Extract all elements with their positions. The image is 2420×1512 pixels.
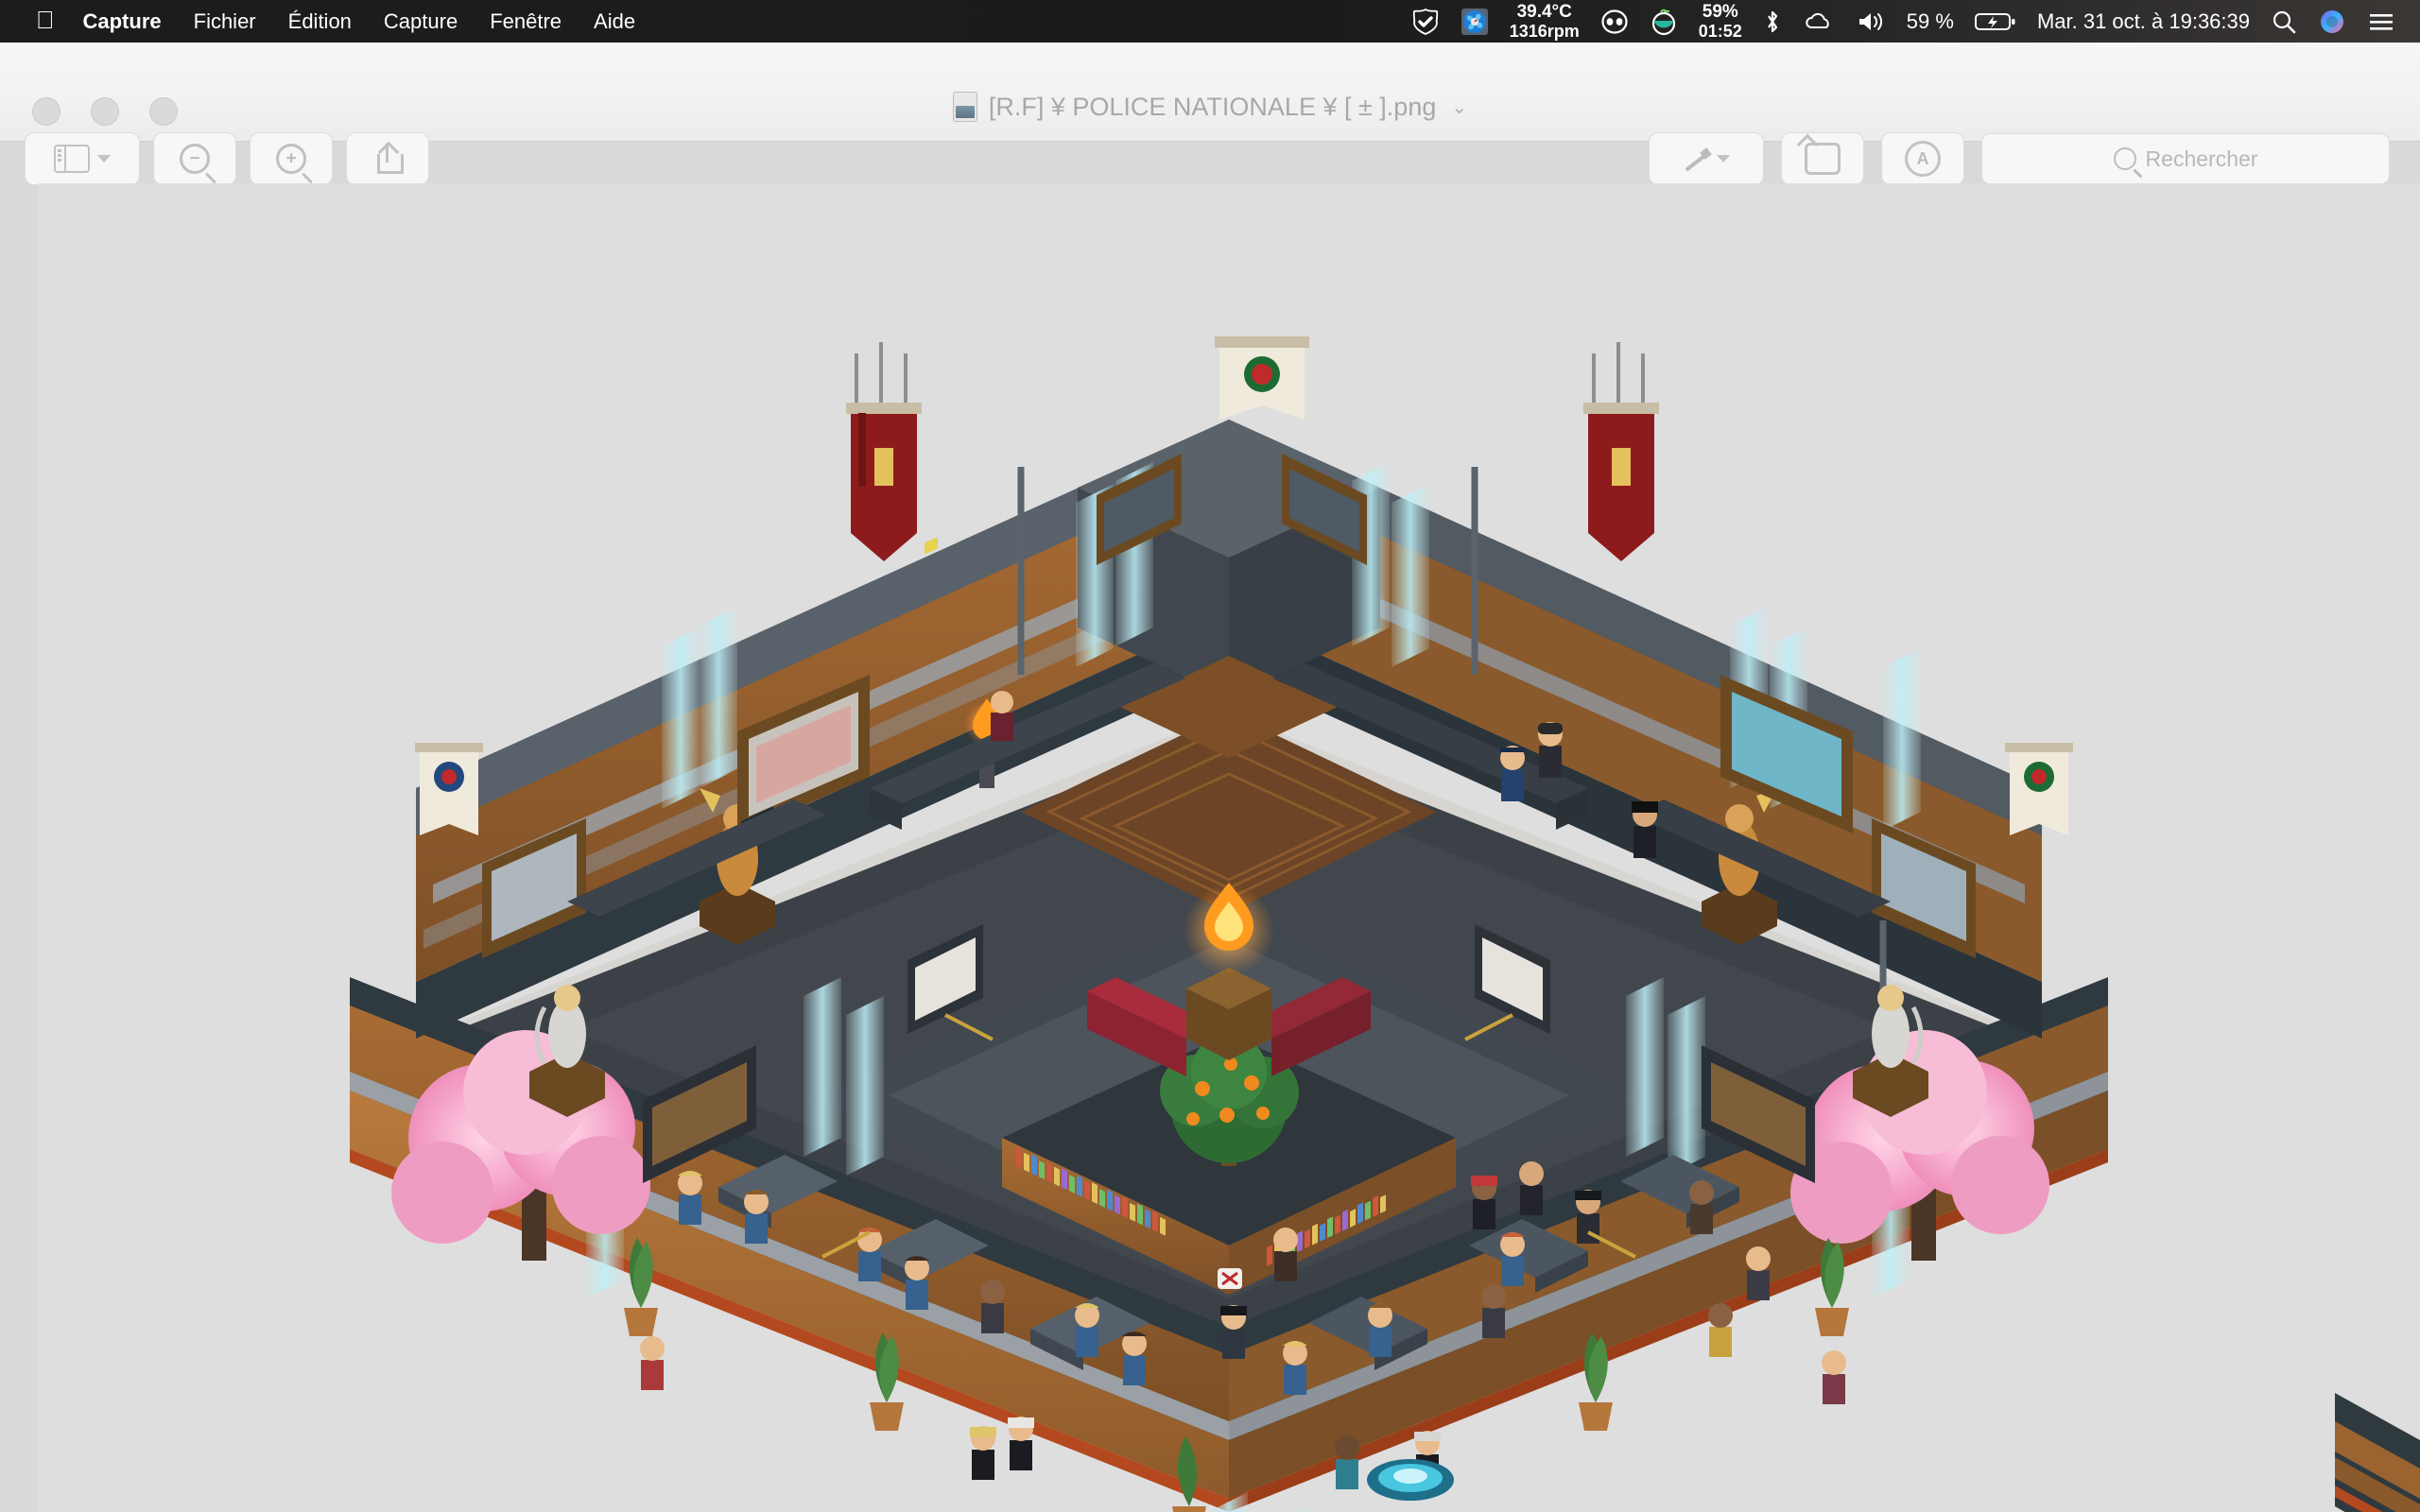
alien-face-icon[interactable]	[1600, 8, 1629, 36]
zoom-out-glyph: −	[189, 148, 200, 169]
siri-icon[interactable]	[2318, 8, 2346, 36]
speaker-volume-icon[interactable]	[1856, 8, 1886, 36]
toolbar-right-group: A Rechercher	[1649, 132, 2390, 185]
zoom-in-glyph: +	[285, 148, 297, 169]
menu-item-edition[interactable]: Édition	[288, 9, 352, 34]
menu-item-capture[interactable]: Capture	[384, 9, 458, 34]
png-document-icon	[952, 92, 977, 122]
chevron-down-icon	[1717, 155, 1730, 163]
battery-charging-icon[interactable]	[1974, 8, 2016, 36]
magnifier-plus-icon: +	[276, 144, 306, 174]
control-center-icon[interactable]	[2367, 8, 2395, 36]
menu-bar-clock[interactable]: Mar. 31 oct. à 19:36:39	[2037, 9, 2250, 34]
toolbar-left-group: − +	[25, 132, 429, 185]
annotate-button[interactable]: A	[1881, 132, 1964, 185]
battery-percent[interactable]: 59 %	[1907, 9, 1954, 34]
cpu-temperature: 39.4°C	[1516, 1, 1572, 22]
menu-item-aide[interactable]: Aide	[594, 9, 635, 34]
window-title-text: [R.F] ¥ POLICE NATIONALE ¥ [ ± ].png	[988, 92, 1437, 121]
pen-markup-icon	[1683, 146, 1709, 172]
annotate-glyph: A	[1916, 148, 1929, 168]
tomato-timer-readout[interactable]: 59% 01:52	[1698, 1, 1742, 41]
menu-bar-status-tray: 39.4°C 1316rpm 59% 01:52 59 % Mar. 31 oc…	[1411, 1, 2395, 41]
cpu-temp-fan-readout[interactable]: 39.4°C 1316rpm	[1509, 1, 1580, 41]
cloud-sync-icon[interactable]	[1803, 8, 1835, 36]
rotate-left-icon	[1805, 143, 1841, 175]
search-placeholder: Rechercher	[2145, 146, 2258, 171]
search-input[interactable]: Rechercher	[1981, 133, 2390, 184]
fan-rpm: 1316rpm	[1509, 21, 1580, 41]
share-arrow-icon	[375, 141, 404, 174]
magnifier-minus-icon: −	[180, 144, 210, 174]
checkmark-shield-icon[interactable]	[1411, 8, 1440, 36]
desktop-screen:  Capture Fichier Édition Capture Fenêtr…	[0, 0, 2420, 1512]
share-button[interactable]	[346, 132, 429, 185]
bluetooth-icon[interactable]	[1763, 8, 1782, 36]
window-title[interactable]: [R.F] ¥ POLICE NATIONALE ¥ [ ± ].png ⌄	[0, 92, 2420, 122]
rotate-button[interactable]	[1781, 132, 1864, 185]
menu-item-capture-app[interactable]: Capture	[83, 9, 162, 34]
search-icon	[2113, 147, 2136, 170]
tomato-timer-icon[interactable]	[1650, 8, 1678, 36]
preview-window: [R.F] ¥ POLICE NATIONALE ¥ [ ± ].png ⌄ −…	[0, 43, 2420, 1512]
chevron-down-icon[interactable]: ⌄	[1451, 95, 1467, 119]
tomato-time: 01:52	[1698, 21, 1742, 41]
zoom-in-button[interactable]: +	[250, 132, 333, 185]
teleport-disc	[1367, 1459, 1454, 1501]
sidebar-icon	[54, 145, 90, 173]
sidebar-toggle-button[interactable]	[25, 132, 140, 185]
window-title-bar: [R.F] ¥ POLICE NATIONALE ¥ [ ± ].png ⌄ −…	[0, 43, 2420, 185]
zoom-out-button[interactable]: −	[153, 132, 236, 185]
spotlight-search-icon[interactable]	[2271, 8, 2297, 36]
image-canvas[interactable]	[38, 183, 2420, 1512]
markup-button[interactable]	[1649, 132, 1764, 185]
apple-logo-icon[interactable]: 	[36, 8, 55, 32]
menu-bar:  Capture Fichier Édition Capture Fenêtr…	[0, 0, 2420, 43]
fan-icon[interactable]	[1461, 8, 1489, 36]
tomato-percent: 59%	[1702, 1, 1738, 22]
chevron-down-icon	[97, 155, 111, 163]
cross-marker	[1218, 1268, 1242, 1289]
menu-item-fenetre[interactable]: Fenêtre	[490, 9, 562, 34]
habbo-isometric-room-image	[38, 183, 2420, 1512]
annotate-circle-icon: A	[1905, 141, 1941, 177]
menu-item-fichier[interactable]: Fichier	[194, 9, 256, 34]
